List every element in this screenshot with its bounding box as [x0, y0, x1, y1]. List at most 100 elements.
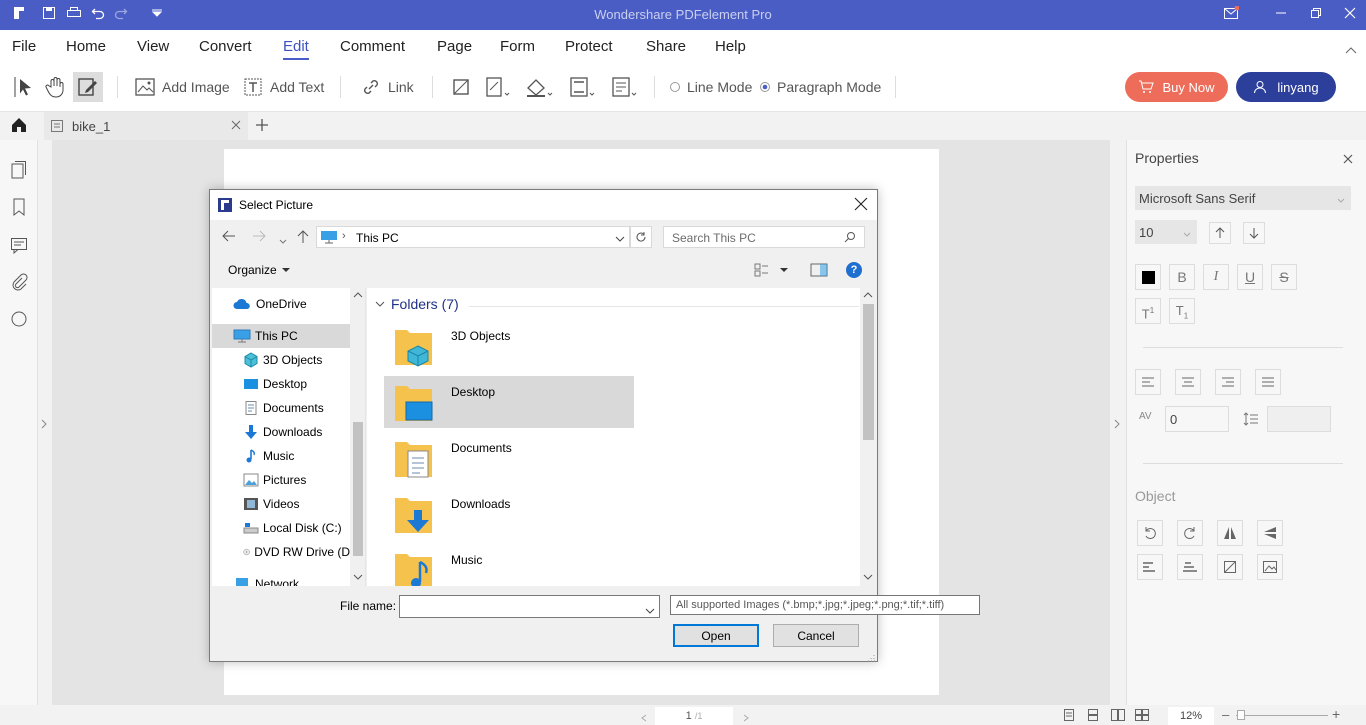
preview-pane-icon[interactable] — [810, 263, 828, 280]
rotate-left-icon[interactable] — [1137, 520, 1163, 546]
next-page-icon[interactable] — [743, 710, 749, 725]
paragraph-mode-radio[interactable]: Paragraph Mode — [759, 74, 881, 100]
prev-page-icon[interactable] — [641, 710, 647, 725]
maximize-icon[interactable] — [1307, 6, 1325, 24]
add-text-button[interactable]: Add Text — [242, 74, 324, 100]
rotate-right-icon[interactable] — [1177, 520, 1203, 546]
menu-help[interactable]: Help — [715, 38, 746, 55]
nav-item-onedrive[interactable]: OneDrive — [212, 292, 350, 316]
folder-item-3d-objects[interactable]: 3D Objects — [384, 320, 634, 372]
align-right-icon[interactable] — [1215, 369, 1241, 395]
strikethrough-icon[interactable]: S — [1271, 264, 1297, 290]
nav-scrollbar-thumb[interactable] — [353, 422, 363, 556]
buy-now-button[interactable]: Buy Now — [1125, 72, 1228, 102]
minimize-icon[interactable] — [1272, 6, 1290, 24]
zoom-slider-handle[interactable] — [1237, 710, 1245, 720]
nav-item-local-disk[interactable]: Local Disk (C:) — [212, 516, 350, 540]
new-tab-icon[interactable] — [255, 118, 269, 135]
menu-file[interactable]: File — [12, 38, 36, 55]
nav-item-desktop[interactable]: Desktop — [212, 372, 350, 396]
folder-item-documents[interactable]: Documents — [384, 432, 634, 484]
single-page-view-icon[interactable] — [1062, 708, 1076, 725]
bates-number-icon[interactable] — [610, 74, 644, 100]
menu-share[interactable]: Share — [646, 38, 686, 55]
line-spacing-input[interactable] — [1267, 406, 1331, 432]
dialog-close-icon[interactable] — [854, 197, 868, 214]
nav-item-downloads[interactable]: Downloads — [212, 420, 350, 444]
open-button[interactable]: Open — [673, 624, 759, 647]
zoom-slider[interactable] — [1236, 710, 1328, 720]
subscript-icon[interactable]: T1 — [1169, 298, 1195, 324]
expand-left-panel-icon[interactable] — [41, 417, 47, 432]
address-bar[interactable]: › This PC — [316, 226, 630, 248]
link-button[interactable]: Link — [360, 74, 414, 100]
menu-view[interactable]: View — [137, 38, 169, 55]
comment-icon[interactable] — [9, 235, 29, 255]
grid-view-icon[interactable] — [1134, 708, 1150, 725]
back-arrow-icon[interactable] — [222, 230, 236, 245]
crop-image-icon[interactable] — [1217, 554, 1243, 580]
nav-item-network[interactable]: Network — [212, 572, 350, 586]
edit-tool[interactable] — [73, 72, 103, 102]
font-family-select[interactable]: Microsoft Sans Serif — [1135, 186, 1351, 210]
search-input[interactable]: Search This PC — [663, 226, 865, 248]
superscript-icon[interactable]: T1 — [1135, 298, 1161, 324]
help-icon[interactable]: ? — [846, 262, 862, 278]
header-footer-icon[interactable] — [568, 74, 602, 100]
line-mode-radio[interactable]: Line Mode — [669, 74, 752, 100]
close-tab-icon[interactable] — [231, 118, 241, 133]
bookmark-icon[interactable] — [9, 197, 29, 217]
chevron-down-icon[interactable] — [645, 603, 655, 618]
char-spacing-input[interactable]: 0 — [1165, 406, 1229, 432]
distribute-objects-icon[interactable] — [1177, 554, 1203, 580]
flip-horizontal-icon[interactable] — [1217, 520, 1243, 546]
align-left-icon[interactable] — [1135, 369, 1161, 395]
file-type-filter[interactable]: All supported Images (*.bmp;*.jpg;*.jpeg… — [670, 595, 980, 615]
continuous-view-icon[interactable] — [1086, 708, 1100, 725]
folder-item-desktop[interactable]: Desktop — [384, 376, 634, 428]
menu-edit[interactable]: Edit — [283, 38, 309, 60]
two-page-view-icon[interactable] — [1110, 708, 1126, 725]
recent-locations-icon[interactable] — [279, 233, 287, 248]
close-window-icon[interactable] — [1341, 6, 1359, 24]
zoom-out-icon[interactable]: – — [1222, 707, 1229, 722]
up-folder-icon[interactable] — [297, 230, 309, 247]
menu-comment[interactable]: Comment — [340, 38, 405, 55]
nav-item-videos[interactable]: Videos — [212, 492, 350, 516]
crop-icon[interactable] — [450, 74, 478, 100]
thumbnails-icon[interactable] — [9, 160, 29, 180]
watermark-icon[interactable] — [484, 74, 516, 100]
increase-font-icon[interactable] — [1209, 222, 1231, 244]
menu-protect[interactable]: Protect — [565, 38, 613, 55]
collapse-ribbon-icon[interactable] — [1345, 42, 1357, 57]
align-justify-icon[interactable] — [1255, 369, 1281, 395]
nav-item-3d-objects[interactable]: 3D Objects — [212, 348, 350, 372]
refresh-icon[interactable] — [630, 226, 652, 248]
resize-grip-icon[interactable] — [865, 650, 875, 665]
decrease-font-icon[interactable] — [1243, 222, 1265, 244]
align-objects-icon[interactable] — [1137, 554, 1163, 580]
organize-menu[interactable]: Organize — [228, 263, 291, 277]
page-number-input[interactable]: 1 /1 — [655, 707, 733, 725]
mail-icon[interactable] — [1222, 5, 1240, 24]
menu-form[interactable]: Form — [500, 38, 535, 55]
view-options-icon[interactable] — [754, 263, 790, 280]
attachment-icon[interactable] — [9, 272, 29, 292]
menu-home[interactable]: Home — [66, 38, 106, 55]
menu-page[interactable]: Page — [437, 38, 472, 55]
nav-item-dvd-drive[interactable]: DVD RW Drive (D — [212, 540, 350, 564]
forward-arrow-icon[interactable] — [252, 230, 266, 245]
address-dropdown-icon[interactable] — [615, 232, 625, 246]
nav-item-music[interactable]: Music — [212, 444, 350, 468]
bold-icon[interactable]: B — [1169, 264, 1195, 290]
align-center-icon[interactable] — [1175, 369, 1201, 395]
replace-image-icon[interactable] — [1257, 554, 1283, 580]
text-color-icon[interactable] — [1135, 264, 1161, 290]
zoom-in-icon[interactable]: + — [1332, 706, 1340, 722]
content-scrollbar[interactable] — [860, 288, 877, 586]
nav-scrollbar[interactable] — [350, 288, 365, 586]
font-size-select[interactable]: 10 — [1135, 220, 1197, 244]
select-tool[interactable] — [12, 74, 42, 100]
cancel-button[interactable]: Cancel — [773, 624, 859, 647]
flip-vertical-icon[interactable] — [1257, 520, 1283, 546]
